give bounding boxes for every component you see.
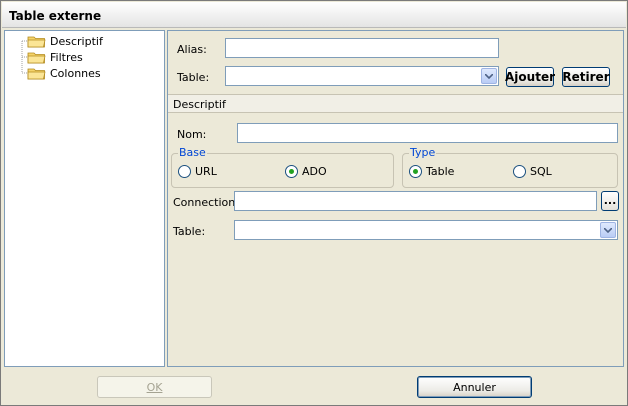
form-table-label: Table: — [173, 225, 206, 238]
radio-table[interactable]: Table — [409, 165, 454, 178]
folder-icon — [27, 52, 46, 63]
ok-button-label: OK — [146, 380, 163, 394]
type-group-title: Type — [409, 146, 437, 159]
browse-button[interactable]: ... — [601, 191, 619, 211]
tree-item-filtres[interactable]: Filtres — [27, 49, 83, 65]
window-title: Table externe — [9, 9, 102, 23]
ok-button[interactable]: OK — [97, 376, 212, 398]
connection-label: Connection: — [173, 196, 239, 209]
alias-label: Alias: — [177, 43, 207, 56]
radio-ado-circle[interactable] — [285, 165, 298, 178]
navigation-tree[interactable]: Descriptif Filtres Colonnes — [4, 30, 165, 367]
radio-table-circle[interactable] — [409, 165, 422, 178]
tree-item-label: Descriptif — [50, 34, 103, 48]
cancel-button[interactable]: Annuler — [417, 376, 532, 398]
table-label: Table: — [177, 71, 210, 84]
chevron-down-icon[interactable] — [600, 222, 616, 238]
base-group-title: Base — [178, 146, 207, 159]
folder-icon — [27, 36, 46, 47]
table-select[interactable] — [225, 66, 499, 86]
radio-sql-label: SQL — [530, 165, 552, 178]
tree-item-descriptif[interactable]: Descriptif — [27, 33, 103, 49]
type-group: Type Table SQL — [402, 146, 618, 188]
nom-input[interactable] — [237, 123, 618, 143]
connection-input[interactable] — [234, 191, 597, 211]
tree-item-label: Filtres — [50, 50, 83, 64]
cancel-button-label: Annuler — [453, 380, 496, 394]
tree-item-label: Colonnes — [50, 66, 101, 80]
radio-sql[interactable]: SQL — [513, 165, 552, 178]
form-table-select[interactable] — [234, 220, 618, 240]
add-button[interactable]: Ajouter — [505, 67, 555, 87]
dialog-window: Table externe Descriptif Filtres Colonne… — [0, 0, 628, 406]
tree-item-colonnes[interactable]: Colonnes — [27, 65, 101, 81]
base-group: Base URL ADO — [171, 146, 394, 188]
folder-icon — [27, 68, 46, 79]
nom-label: Nom: — [177, 128, 207, 141]
radio-sql-circle[interactable] — [513, 165, 526, 178]
remove-button[interactable]: Retirer — [562, 67, 610, 87]
chevron-down-icon[interactable] — [481, 68, 497, 84]
section-title: Descriptif — [173, 98, 226, 111]
properties-panel: Alias: Table: Ajouter Retirer Descriptif… — [167, 30, 624, 367]
alias-input[interactable] — [225, 38, 499, 58]
title-bar[interactable]: Table externe — [2, 2, 626, 28]
radio-url[interactable]: URL — [178, 165, 217, 178]
section-header: Descriptif — [168, 94, 623, 113]
radio-url-label: URL — [195, 165, 217, 178]
radio-ado[interactable]: ADO — [285, 165, 327, 178]
radio-ado-label: ADO — [302, 165, 327, 178]
radio-url-circle[interactable] — [178, 165, 191, 178]
radio-table-label: Table — [426, 165, 455, 178]
